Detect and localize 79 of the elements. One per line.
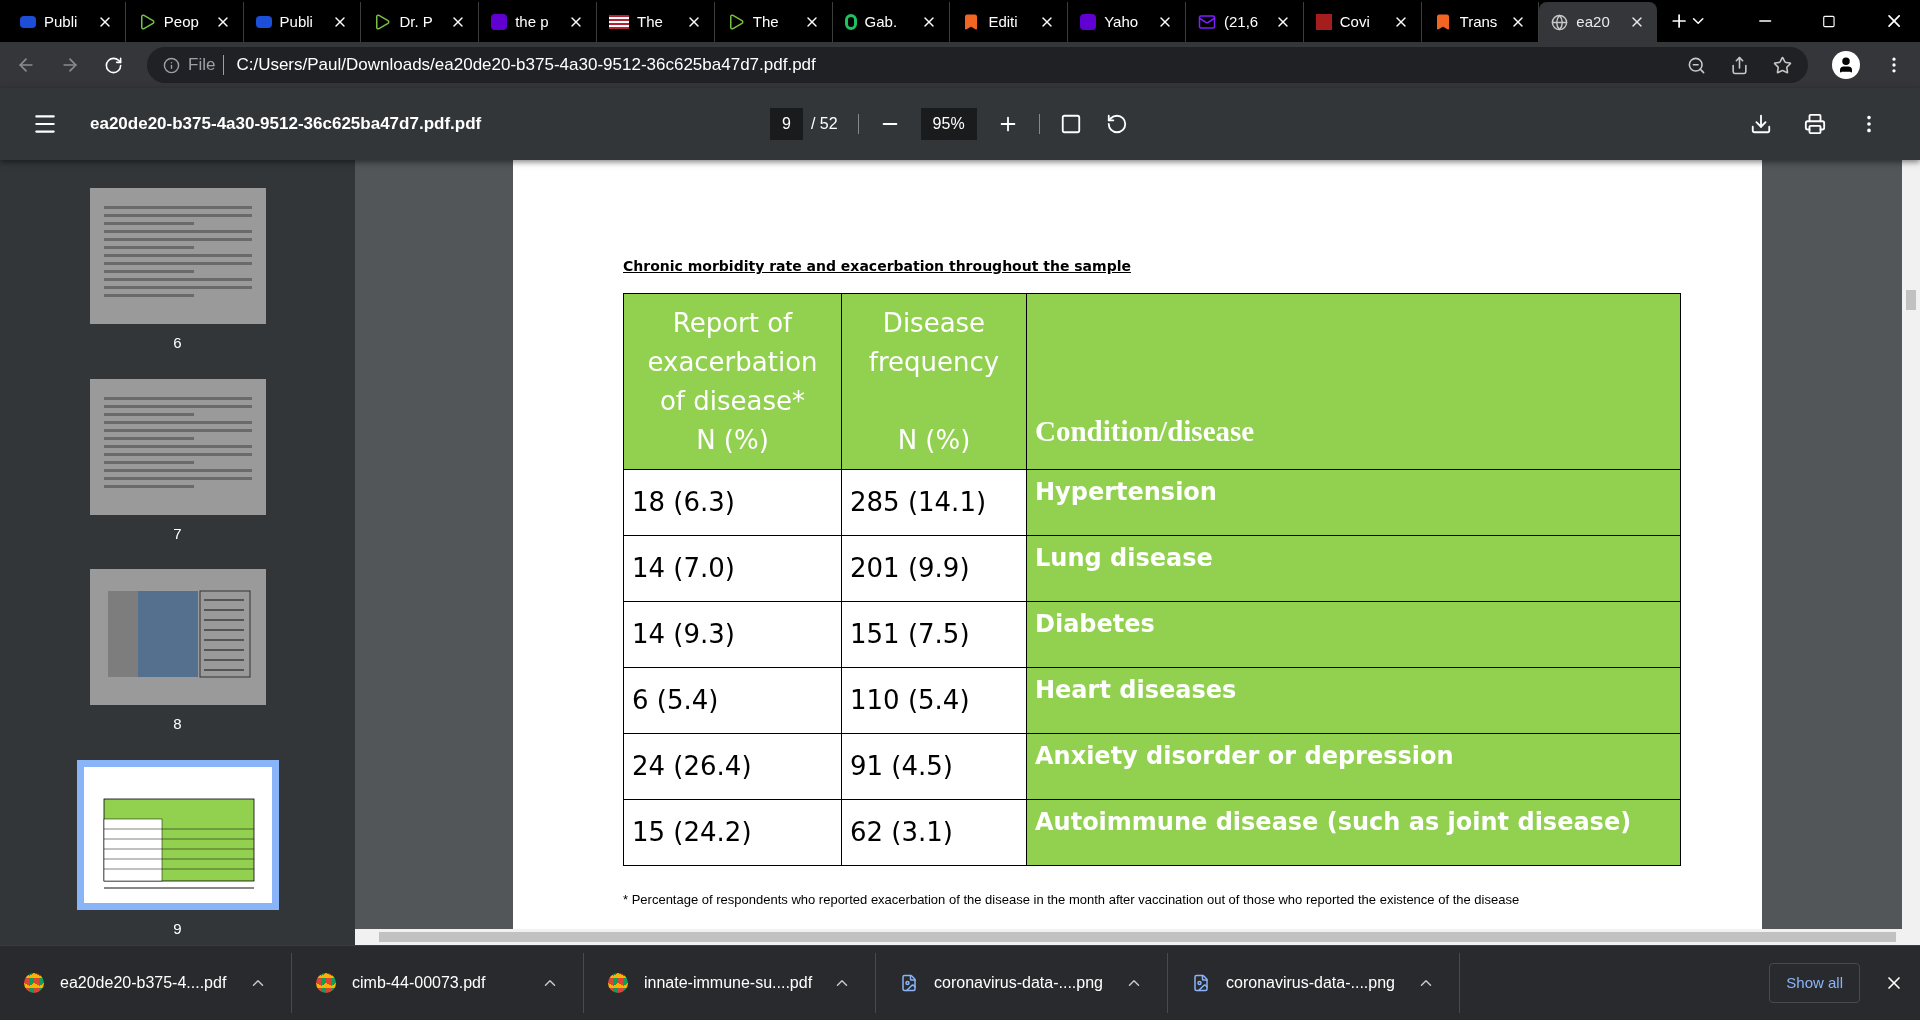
mail-icon (1197, 13, 1216, 31)
page-thumbnail[interactable] (89, 569, 266, 705)
rotate-icon[interactable] (1105, 113, 1128, 135)
table-cell: 110 (5.4) (841, 667, 1027, 734)
flag-icon (609, 15, 629, 29)
chrome-logo-icon (608, 973, 628, 993)
show-all-button[interactable]: Show all (1769, 962, 1860, 1004)
table-cell: 285 (14.1) (841, 469, 1027, 536)
print-icon[interactable] (1804, 113, 1826, 135)
column-header: Condition/disease (1026, 293, 1681, 470)
table-cell: 62 (3.1) (841, 799, 1027, 866)
table-cell: Lung disease (1026, 535, 1681, 602)
restore-icon[interactable] (1822, 13, 1836, 29)
scheme-label: File (188, 55, 225, 75)
page-number: 9 (173, 918, 182, 939)
download-item[interactable]: innate-immune-su....pdf (584, 953, 876, 1013)
bookmark-star-icon[interactable] (1773, 55, 1792, 75)
page-count: / 52 (810, 114, 838, 134)
table-title: Chronic morbidity rate and exacerbation throughout the sample (623, 257, 1132, 276)
table-cell: Diabetes (1026, 601, 1681, 668)
table-cell: Autoimmune disease (such as joint disease) (1026, 799, 1681, 866)
column-header: Report of exacerbation of disease* N (%) (623, 293, 842, 470)
news-logo-icon (255, 16, 272, 28)
table-cell: 14 (9.3) (623, 601, 842, 668)
table-cell: Hypertension (1026, 469, 1681, 536)
footnote: * Percentage of respondents who reported exacerbation of the disease in the month after vaccination out of those who reported the existence of the disease (623, 891, 1521, 909)
document-filename: ea20de20-b375-4a30-9512-36c625ba47d7.pdf.pdf (90, 113, 483, 136)
page-number: 8 (173, 714, 182, 734)
download-filename: innate-immune-su....pdf (644, 973, 814, 993)
globe-icon (1551, 13, 1569, 31)
file-icon (900, 974, 918, 992)
scrollbar[interactable] (1902, 160, 1920, 929)
horizontal-scrollbar[interactable] (355, 929, 1920, 945)
download-item[interactable]: coronavirus-data-....png (1168, 953, 1460, 1013)
download-item[interactable]: ea20de20-b375-4....pdf (0, 953, 292, 1013)
download-filename: coronavirus-data-....png (1226, 973, 1396, 993)
address-bar[interactable]: File C:/Users/Paul/Downloads/ea20de20-b375-4a30-9512-36c625ba47d7.pdf.pdf (147, 47, 1808, 83)
download-item[interactable]: cimb-44-00073.pdf (292, 953, 584, 1013)
chrome-logo-icon (316, 973, 336, 993)
zoom-icon[interactable] (1687, 55, 1706, 75)
table-cell: Anxiety disorder or depression (1026, 733, 1681, 800)
yahoo-logo-icon (1080, 14, 1097, 30)
table-cell: 24 (26.4) (623, 733, 842, 800)
profile-avatar[interactable] (1832, 51, 1860, 79)
info-icon (163, 56, 180, 74)
site-logo-icon (1315, 14, 1332, 30)
table-cell: 151 (7.5) (841, 601, 1027, 668)
download-item[interactable]: coronavirus-data-....png (876, 953, 1168, 1013)
g-logo-icon (844, 14, 857, 30)
share-icon[interactable] (1730, 55, 1749, 75)
table-cell: 91 (4.5) (841, 733, 1027, 800)
zoom-field[interactable]: 95% (920, 108, 977, 140)
download-filename: ea20de20-b375-4....pdf (60, 973, 228, 993)
url-text: C:/Users/Paul/Downloads/ea20de20-b375-4a30-9512-36c625ba47d7.pdf.pdf (235, 54, 816, 77)
page-thumbnail[interactable] (89, 378, 266, 515)
table-cell: Heart diseases (1026, 667, 1681, 734)
table-cell: 6 (5.4) (623, 667, 842, 734)
page-thumbnail[interactable] (89, 188, 266, 324)
file-icon (1192, 974, 1210, 992)
reload-icon[interactable] (104, 55, 123, 75)
column-header: Disease frequency N (%) (841, 293, 1027, 470)
browser-tab[interactable]: ea20 (1539, 2, 1658, 42)
page-thumbnail[interactable] (76, 759, 279, 910)
page-number: 7 (173, 523, 182, 544)
table-cell: 201 (9.9) (841, 535, 1027, 602)
page-number-field[interactable]: 9 (770, 108, 803, 140)
news-logo-icon (20, 16, 36, 28)
user-icon (1837, 56, 1855, 74)
chrome-logo-icon (24, 973, 44, 993)
download-filename: cimb-44-00073.pdf (352, 973, 487, 993)
play-icon (373, 13, 392, 31)
table-cell: 14 (7.0) (623, 535, 842, 602)
table-cell: 18 (6.3) (623, 469, 842, 536)
download-icon[interactable] (1750, 113, 1772, 135)
fit-page-icon[interactable] (1059, 113, 1082, 135)
download-filename: coronavirus-data-....png (934, 973, 1104, 993)
page-number: 6 (173, 333, 182, 353)
yahoo-logo-icon (491, 14, 508, 30)
table-cell: 15 (24.2) (623, 799, 842, 866)
